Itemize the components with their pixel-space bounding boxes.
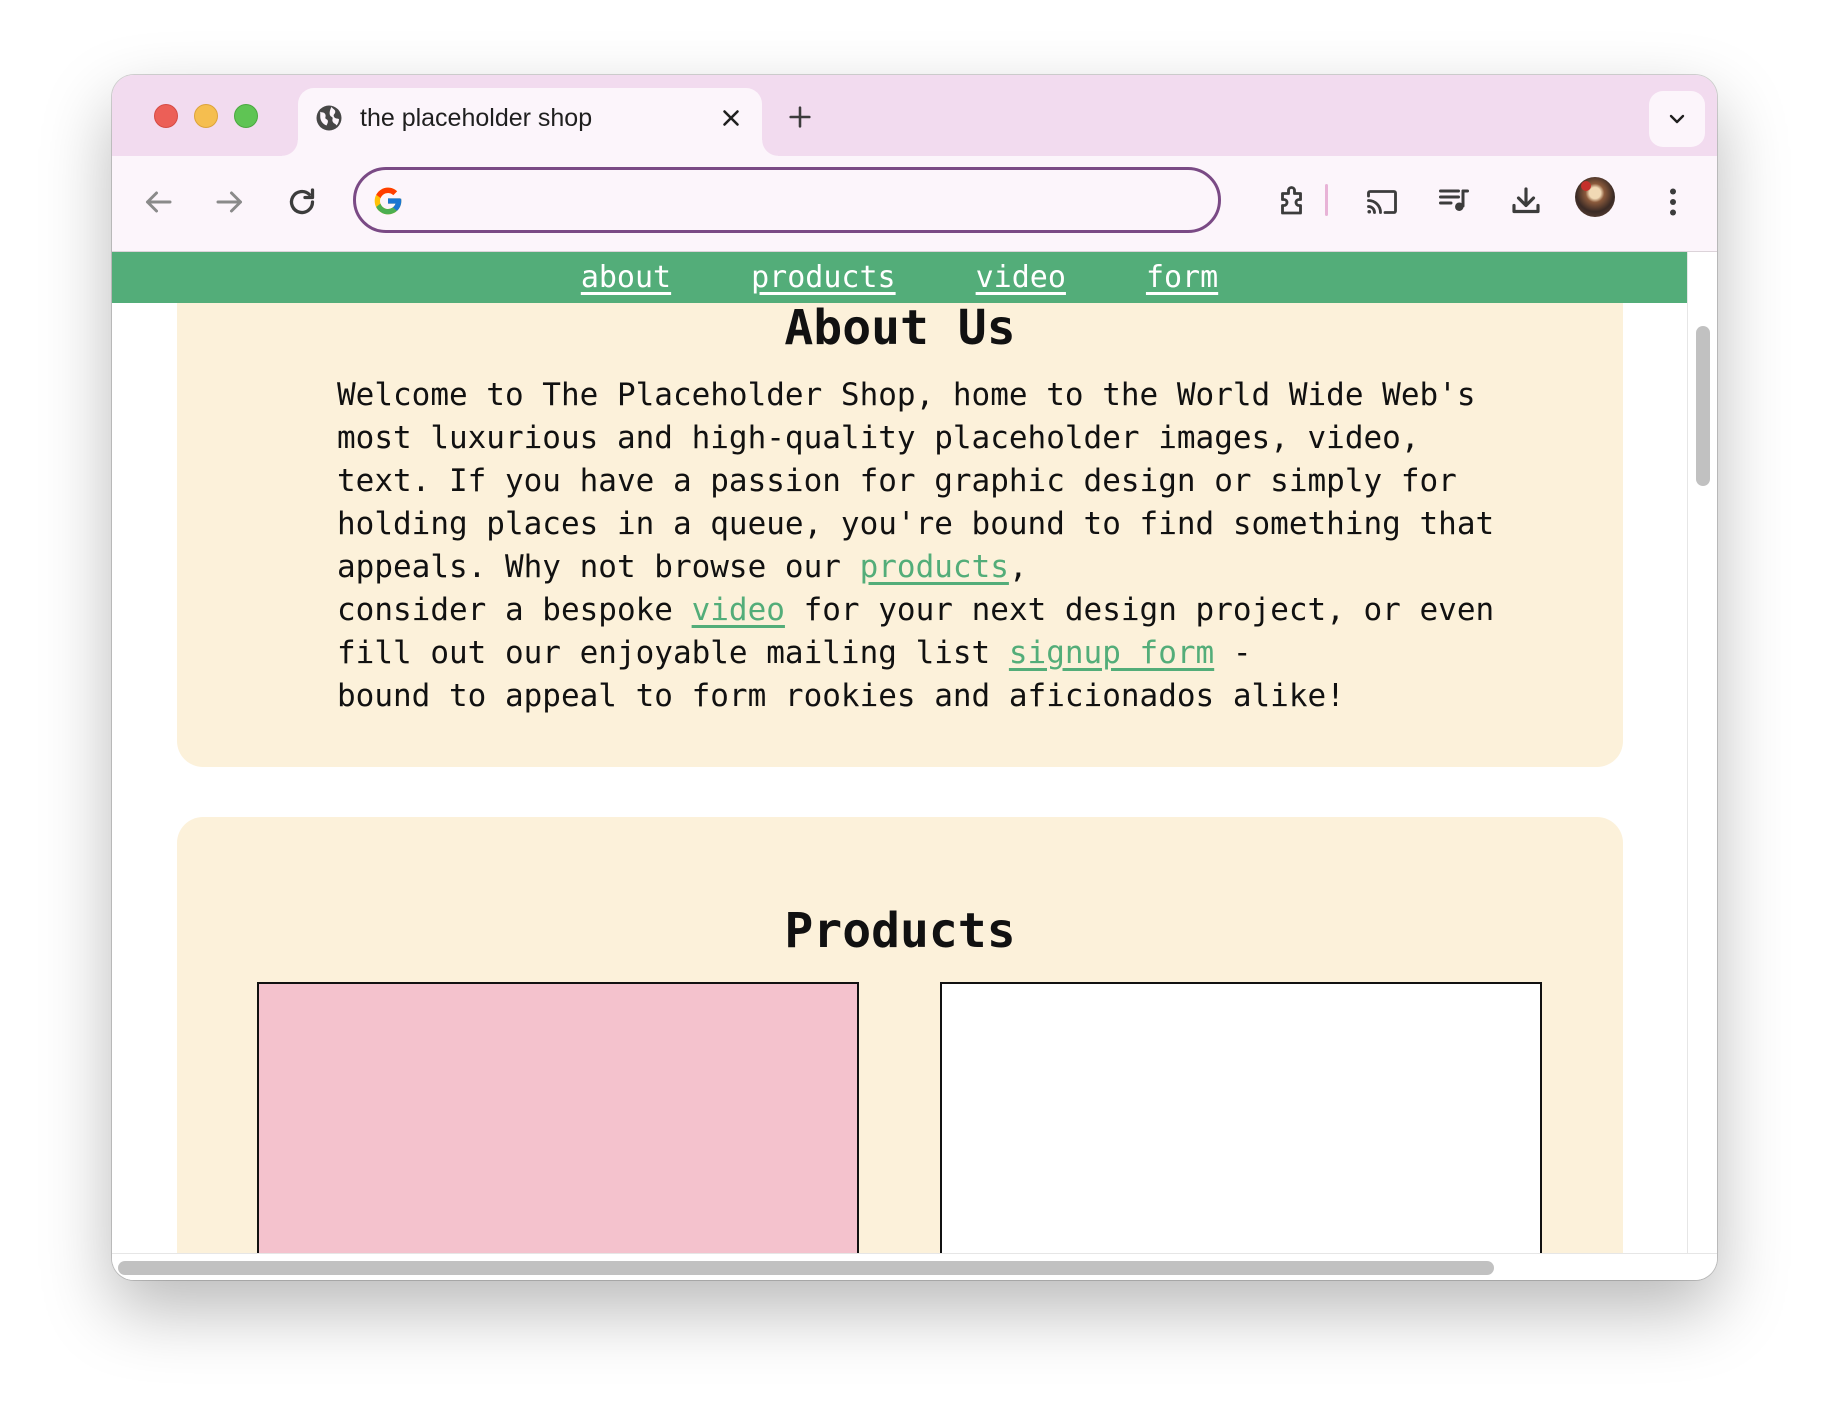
about-section: About Us Welcome to The Placeholder Shop… bbox=[177, 252, 1623, 767]
inline-link-products[interactable]: products bbox=[860, 549, 1009, 585]
google-icon bbox=[374, 187, 402, 215]
horizontal-scroll-thumb[interactable] bbox=[118, 1261, 1494, 1275]
puzzle-piece-icon[interactable] bbox=[1275, 183, 1311, 219]
vertical-scroll-thumb[interactable] bbox=[1696, 326, 1710, 486]
products-title: Products bbox=[784, 903, 1016, 959]
media-queue-icon[interactable] bbox=[1436, 182, 1472, 218]
tab-strip: the placeholder shop bbox=[112, 75, 1717, 156]
product-card-1[interactable] bbox=[257, 982, 859, 1253]
browser-toolbar bbox=[112, 156, 1717, 252]
browser-window: the placeholder shop about products vide… bbox=[112, 75, 1717, 1280]
nav-link-about[interactable]: about bbox=[581, 260, 671, 295]
arrow-left-icon[interactable] bbox=[140, 184, 176, 220]
new-tab-icon[interactable] bbox=[786, 103, 814, 131]
products-section: Products bbox=[177, 817, 1623, 1253]
horizontal-scrollbar[interactable] bbox=[112, 1253, 1717, 1280]
nav-link-video[interactable]: video bbox=[976, 260, 1066, 295]
site-nav: about products video form bbox=[112, 252, 1687, 303]
address-bar[interactable] bbox=[353, 167, 1221, 233]
download-icon[interactable] bbox=[1508, 183, 1544, 219]
inline-link-signup-form[interactable]: signup form bbox=[1009, 635, 1214, 671]
active-tab[interactable]: the placeholder shop bbox=[282, 88, 778, 156]
nav-link-form[interactable]: form bbox=[1146, 260, 1218, 295]
close-window-button[interactable] bbox=[154, 104, 178, 128]
arrow-right-icon[interactable] bbox=[212, 184, 248, 220]
tab-title: the placeholder shop bbox=[360, 104, 593, 132]
vertical-scrollbar[interactable] bbox=[1687, 252, 1717, 1253]
toolbar-separator bbox=[1325, 184, 1328, 216]
three-dot-menu-icon[interactable] bbox=[1655, 184, 1691, 220]
product-card-2[interactable] bbox=[940, 982, 1542, 1253]
chevron-down-icon bbox=[1669, 114, 1685, 124]
close-tab-icon[interactable] bbox=[718, 105, 744, 131]
cast-icon[interactable] bbox=[1364, 184, 1400, 220]
page-content: about products video form About Us Welco… bbox=[112, 252, 1687, 1253]
profile-avatar[interactable] bbox=[1575, 177, 1615, 217]
address-input[interactable] bbox=[420, 180, 1204, 222]
globe-icon bbox=[316, 105, 342, 131]
about-paragraph: Welcome to The Placeholder Shop, home to… bbox=[337, 374, 1497, 718]
inline-link-video[interactable]: video bbox=[692, 592, 785, 628]
about-title: About Us bbox=[784, 300, 1016, 356]
nav-link-products[interactable]: products bbox=[751, 260, 896, 295]
reload-icon[interactable] bbox=[284, 184, 320, 220]
maximize-window-button[interactable] bbox=[234, 104, 258, 128]
tab-search-button[interactable] bbox=[1649, 91, 1705, 147]
minimize-window-button[interactable] bbox=[194, 104, 218, 128]
page-viewport: about products video form About Us Welco… bbox=[112, 252, 1717, 1280]
